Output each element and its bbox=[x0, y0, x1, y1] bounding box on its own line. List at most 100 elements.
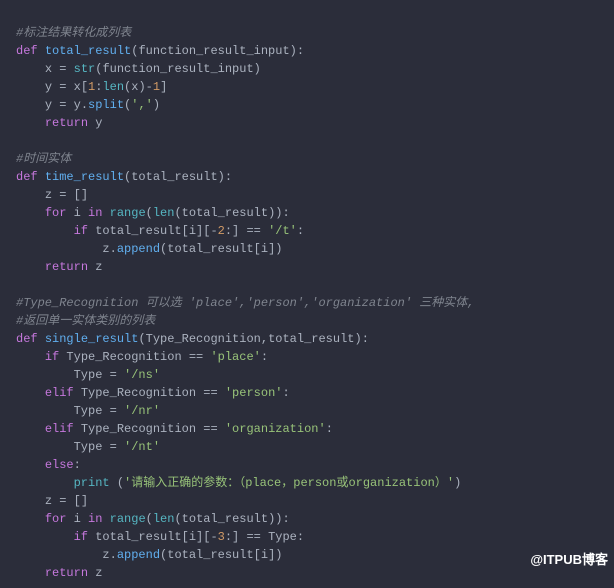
keyword-if: if bbox=[45, 350, 59, 364]
punct: . bbox=[81, 98, 88, 112]
op: = bbox=[52, 98, 74, 112]
var: z bbox=[102, 548, 109, 562]
var: i bbox=[189, 530, 196, 544]
var: Type bbox=[74, 404, 103, 418]
var: Type_Recognition bbox=[81, 422, 196, 436]
keyword-in: in bbox=[88, 206, 102, 220]
op: == bbox=[239, 530, 268, 544]
string: 'place' bbox=[210, 350, 260, 364]
string: '请输入正确的参数：（place，person或organization）' bbox=[124, 476, 454, 490]
punct: ( bbox=[117, 476, 124, 490]
punct: . bbox=[110, 548, 117, 562]
punct: ) bbox=[254, 62, 261, 76]
var: z bbox=[102, 242, 109, 256]
keyword-elif: elif bbox=[45, 422, 74, 436]
keyword-def: def bbox=[16, 332, 38, 346]
punct: ( bbox=[138, 332, 145, 346]
punct: : bbox=[362, 332, 369, 346]
op: == bbox=[196, 386, 225, 400]
builtin: len bbox=[153, 206, 175, 220]
comment-line: #Type_Recognition 可以选 'place','person','… bbox=[16, 296, 474, 310]
op: = bbox=[102, 368, 124, 382]
punct: [ bbox=[254, 242, 261, 256]
punct: : bbox=[225, 170, 232, 184]
comment-line: #时间实体 bbox=[16, 152, 71, 166]
var: x bbox=[74, 80, 81, 94]
punct: ( bbox=[146, 206, 153, 220]
var: Type_Recognition bbox=[66, 350, 181, 364]
var: Type bbox=[74, 440, 103, 454]
punct: ( bbox=[174, 206, 181, 220]
punct: : bbox=[283, 206, 290, 220]
punct: ) bbox=[275, 242, 282, 256]
keyword-elif: elif bbox=[45, 386, 74, 400]
punct: :] bbox=[225, 224, 239, 238]
var: total_result bbox=[182, 206, 268, 220]
punct: ) bbox=[275, 206, 282, 220]
var: y bbox=[95, 116, 102, 130]
string: '/nt' bbox=[124, 440, 160, 454]
op: = bbox=[52, 80, 74, 94]
punct: [ bbox=[182, 530, 189, 544]
punct: : bbox=[297, 530, 304, 544]
punct: ) bbox=[275, 548, 282, 562]
var: function_result_input bbox=[102, 62, 253, 76]
op: == bbox=[196, 422, 225, 436]
punct: ] bbox=[160, 80, 167, 94]
var: z bbox=[95, 566, 102, 580]
string: '/nr' bbox=[124, 404, 160, 418]
punct: ) bbox=[153, 98, 160, 112]
keyword-if: if bbox=[74, 224, 88, 238]
string: '/t' bbox=[268, 224, 297, 238]
punct: : bbox=[326, 422, 333, 436]
number: 1 bbox=[153, 80, 160, 94]
builtin: str bbox=[74, 62, 96, 76]
var: z bbox=[95, 260, 102, 274]
string: 'organization' bbox=[225, 422, 326, 436]
func-name: time_result bbox=[45, 170, 124, 184]
func-name: single_result bbox=[45, 332, 139, 346]
var: z bbox=[45, 494, 52, 508]
punct: , bbox=[261, 332, 268, 346]
var: y bbox=[45, 98, 52, 112]
op: = bbox=[52, 188, 74, 202]
builtin: range bbox=[110, 512, 146, 526]
func-name: total_result bbox=[45, 44, 131, 58]
code-editor: #标注结果转化成列表 def total_result(function_res… bbox=[0, 0, 614, 588]
comment-line: #标注结果转化成列表 bbox=[16, 26, 131, 40]
op: = bbox=[52, 62, 74, 76]
keyword-if: if bbox=[74, 530, 88, 544]
punct: ) bbox=[354, 332, 361, 346]
punct: : bbox=[297, 44, 304, 58]
var: total_result bbox=[95, 530, 181, 544]
punct: [- bbox=[203, 224, 217, 238]
keyword-return: return bbox=[45, 116, 88, 130]
number: 3 bbox=[218, 530, 225, 544]
punct: : bbox=[282, 386, 289, 400]
punct: [] bbox=[74, 494, 88, 508]
param: total_result bbox=[268, 332, 354, 346]
builtin: print bbox=[74, 476, 110, 490]
watermark: @ITPUB博客 bbox=[530, 551, 608, 569]
keyword-for: for bbox=[45, 512, 67, 526]
method: split bbox=[88, 98, 124, 112]
keyword-return: return bbox=[45, 566, 88, 580]
builtin: len bbox=[153, 512, 175, 526]
comment-line: #返回单一实体类别的列表 bbox=[16, 314, 155, 328]
punct: ) bbox=[218, 170, 225, 184]
var: total_result bbox=[95, 224, 181, 238]
var: y bbox=[74, 98, 81, 112]
param: Type_Recognition bbox=[146, 332, 261, 346]
keyword-for: for bbox=[45, 206, 67, 220]
punct: [ bbox=[81, 80, 88, 94]
var: i bbox=[261, 548, 268, 562]
var: i bbox=[261, 242, 268, 256]
punct: [- bbox=[203, 530, 217, 544]
var: y bbox=[45, 80, 52, 94]
punct: : bbox=[283, 512, 290, 526]
punct: [ bbox=[254, 548, 261, 562]
keyword-def: def bbox=[16, 170, 38, 184]
string: ',' bbox=[131, 98, 153, 112]
keyword-return: return bbox=[45, 260, 88, 274]
var: z bbox=[45, 188, 52, 202]
